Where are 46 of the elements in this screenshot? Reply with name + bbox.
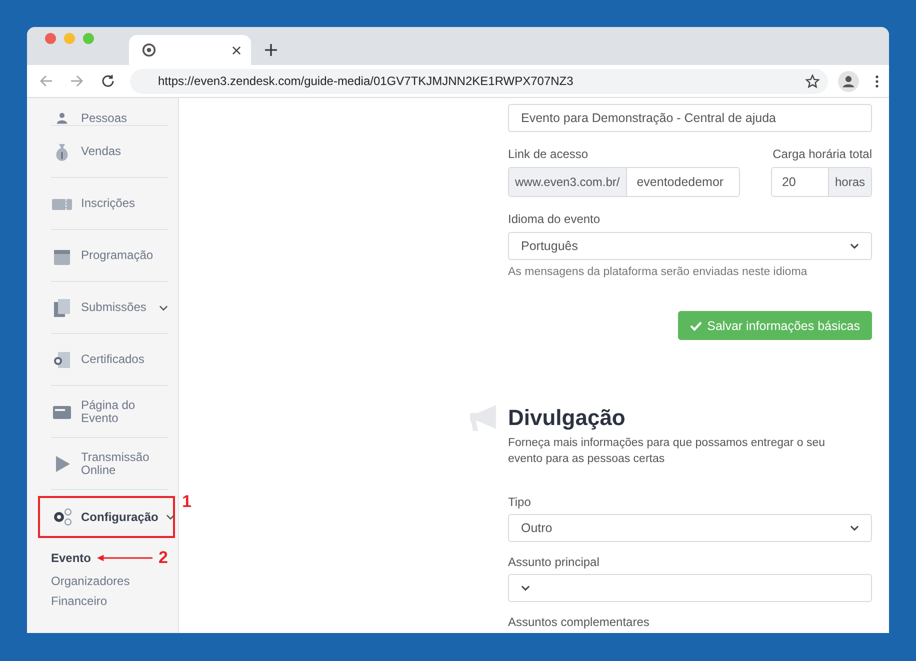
sidebar-item[interactable]: Submissões	[51, 296, 168, 318]
submenu-item[interactable]: Organizadores	[51, 574, 130, 588]
field-label: Tipo	[508, 495, 532, 509]
event-name-field[interactable]: Evento para Demonstração - Central de ajuda	[508, 104, 872, 132]
sidebar-item[interactable]: Página do Evento	[51, 398, 168, 424]
browser-tab[interactable]	[129, 35, 251, 65]
section-title: Divulgação	[508, 405, 626, 431]
sidebar-item[interactable]: Pessoas	[51, 111, 168, 125]
annotation-number: 1	[182, 492, 192, 512]
close-tab-icon[interactable]	[232, 46, 241, 54]
url-prefix: www.even3.com.br/	[509, 168, 626, 196]
sidebar-item[interactable]: Inscrições	[51, 192, 168, 214]
gears-icon	[51, 506, 73, 528]
save-button[interactable]: Salvar informações básicas	[678, 311, 872, 340]
chevron-down-icon	[850, 243, 859, 249]
field-label: Assunto principal	[508, 555, 600, 569]
language-select[interactable]: Português	[508, 232, 872, 260]
annotation-number: 2	[158, 548, 168, 568]
section-description: Forneça mais informações para que possamos entregar o seu evento para as pessoas certas	[508, 436, 826, 467]
profile-icon[interactable]	[838, 70, 859, 92]
bookmark-star-icon[interactable]	[805, 74, 820, 88]
menu-icon[interactable]	[875, 74, 879, 88]
chevron-down-icon	[521, 585, 530, 591]
documents-icon	[51, 296, 73, 318]
submenu-item[interactable]: Evento	[51, 551, 92, 565]
type-select[interactable]: Outro	[508, 514, 872, 542]
close-window-icon[interactable]	[45, 33, 56, 44]
sidebar-item[interactable]: Certificados	[51, 348, 168, 370]
sidebar-item[interactable]: Programação	[51, 244, 168, 266]
submenu-item[interactable]: Financeiro	[51, 594, 108, 608]
reload-icon[interactable]	[101, 74, 115, 88]
field-label: Idioma do evento	[508, 212, 602, 226]
field-label: Link de acesso	[508, 147, 590, 161]
field-label: Carga horária total	[772, 147, 872, 161]
address-bar[interactable]: https://even3.zendesk.com/guide-media/01GV7TKJMJNN2KE1RWPX707NZ3	[130, 68, 828, 94]
new-tab-icon[interactable]	[265, 44, 277, 56]
sidebar-item[interactable]: Configuração	[38, 496, 175, 538]
event-link-field[interactable]: eventodedemor	[626, 168, 739, 196]
field-label: Assuntos complementares	[508, 615, 650, 629]
help-text: As mensagens da plataforma serão enviadas neste idioma	[508, 266, 808, 278]
sidebar-item[interactable]: Transmissão Online	[51, 450, 168, 476]
browser-logo-icon	[142, 43, 156, 57]
check-icon	[690, 320, 702, 330]
sidebar-item[interactable]: Vendas	[51, 140, 168, 162]
chevron-down-icon	[850, 525, 859, 531]
annotation-arrow	[97, 554, 153, 562]
